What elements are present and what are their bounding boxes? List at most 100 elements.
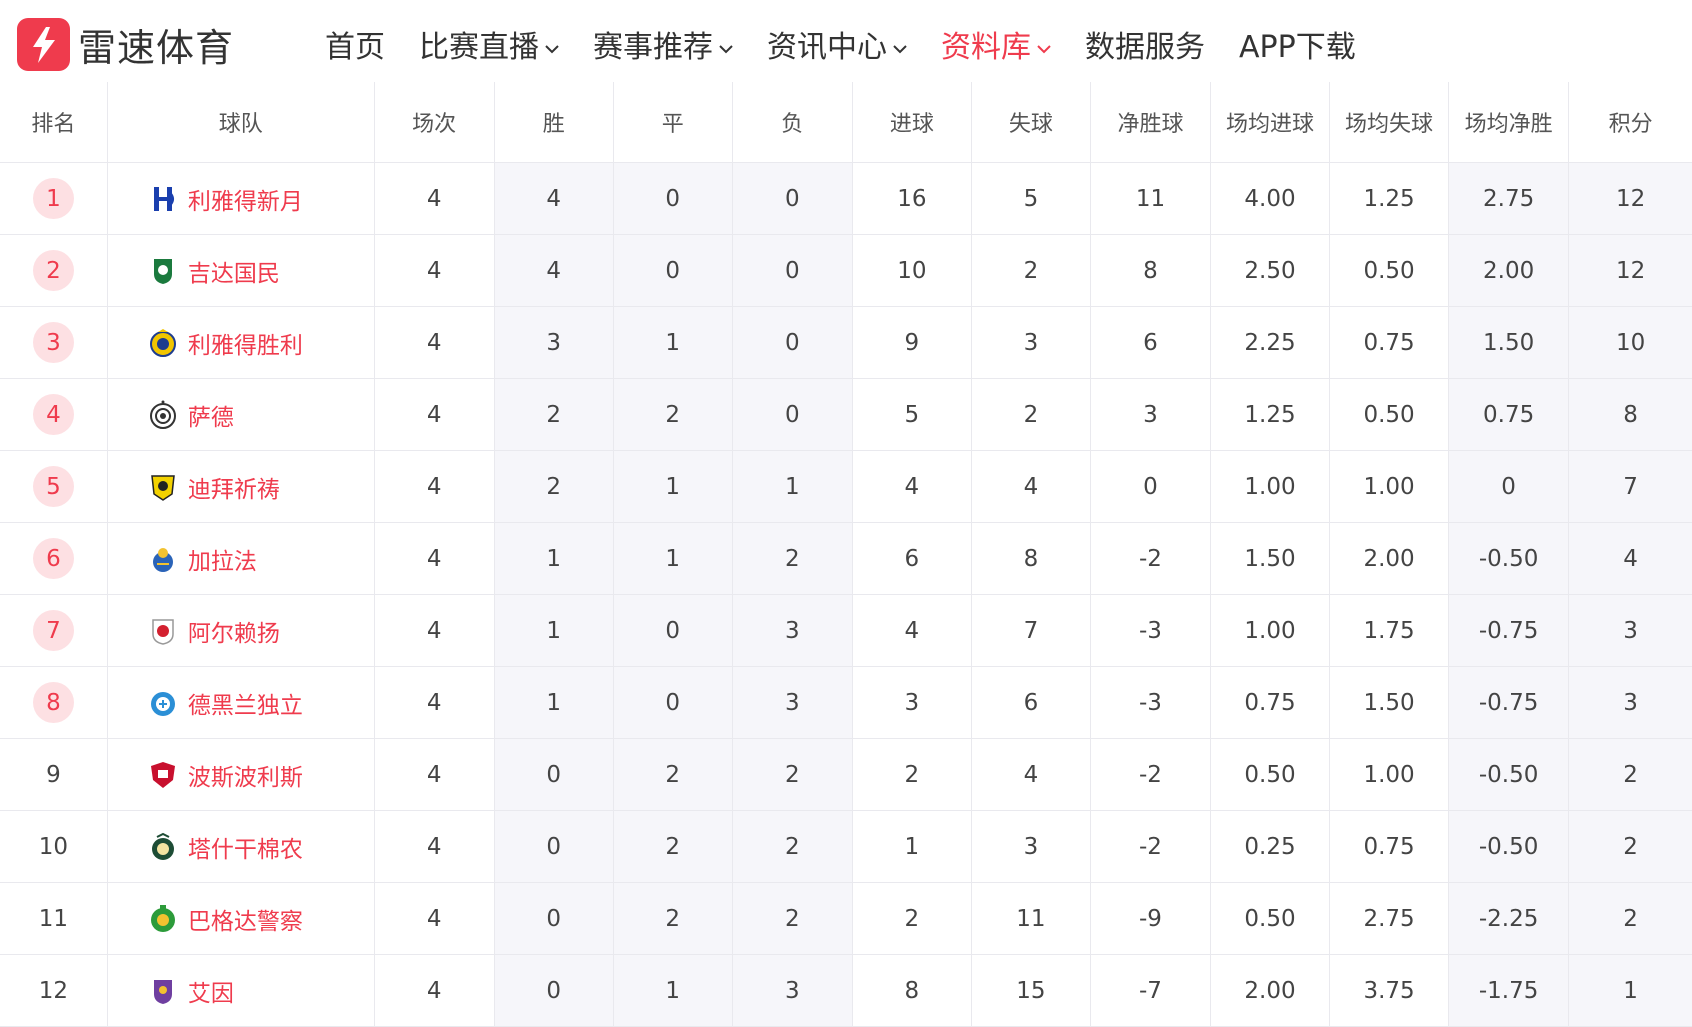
drawn-cell: 1 — [613, 306, 733, 379]
drawn-cell: 2 — [613, 378, 733, 451]
team-cell: 迪拜祈祷 — [107, 450, 375, 523]
nav-item-5[interactable]: 数据服务 — [1085, 22, 1205, 66]
team-name: 利雅得胜利 — [187, 332, 303, 359]
drawn-cell: 1 — [613, 450, 733, 523]
nav-item-label: 资料库 — [941, 30, 1031, 65]
goals-for-cell: 4 — [852, 594, 972, 667]
column-header-avg-goals-against: 场均失球 — [1329, 82, 1450, 163]
rank-badge: 11 — [38, 905, 69, 932]
goals-against-cell: 4 — [971, 738, 1091, 811]
rank-cell: 12 — [0, 954, 108, 1027]
goal-diff-cell: -2 — [1090, 810, 1212, 883]
avg-goals-for-cell: 2.50 — [1210, 234, 1331, 307]
avg-goals-for-cell: 0.50 — [1210, 882, 1331, 955]
avg-goal-diff-cell: -0.75 — [1448, 666, 1570, 739]
column-header-goal-diff: 净胜球 — [1090, 82, 1212, 163]
brand-logo[interactable]: 雷速体育 — [17, 17, 234, 72]
goals-against-cell: 11 — [971, 882, 1091, 955]
goals-for-cell: 4 — [852, 450, 972, 523]
played-cell: 4 — [374, 810, 495, 883]
avg-goals-against-cell: 1.00 — [1329, 738, 1450, 811]
team-name: 艾因 — [187, 980, 234, 1007]
rank-badge: 4 — [32, 394, 74, 435]
team-link[interactable]: 萨德 — [148, 398, 373, 432]
goals-against-cell: 7 — [971, 594, 1091, 667]
team-link[interactable]: 利雅得新月 — [148, 182, 373, 216]
nav-item-label: 首页 — [325, 30, 385, 65]
avg-goals-against-cell: 1.50 — [1329, 666, 1450, 739]
team-link[interactable]: 波斯波利斯 — [148, 758, 373, 792]
nav-item-2[interactable]: 赛事推荐 — [593, 22, 733, 66]
drawn-cell: 1 — [613, 522, 733, 595]
rank-cell: 1 — [0, 162, 108, 235]
points-cell: 8 — [1568, 378, 1692, 451]
points-cell: 12 — [1568, 162, 1692, 235]
team-cell: 吉达国民 — [107, 234, 375, 307]
column-header-played: 场次 — [374, 82, 495, 163]
nav-item-1[interactable]: 比赛直播 — [419, 22, 559, 66]
played-cell: 4 — [374, 738, 495, 811]
team-link[interactable]: 阿尔赖扬 — [148, 614, 373, 648]
drawn-cell: 1 — [613, 954, 733, 1027]
won-cell: 2 — [494, 378, 614, 451]
nav-item-0[interactable]: 首页 — [325, 22, 385, 66]
nav-item-4[interactable]: 资料库 — [941, 22, 1051, 66]
site-header: 雷速体育 首页 比赛直播 赛事推荐 资讯中心 资料库 数据服务 APP下载 — [0, 0, 1692, 82]
lost-cell: 2 — [732, 882, 853, 955]
column-header-team: 球队 — [107, 82, 375, 163]
team-name: 巴格达警察 — [187, 908, 303, 935]
team-link[interactable]: 加拉法 — [148, 542, 373, 576]
nav-item-6[interactable]: APP下载 — [1239, 22, 1356, 66]
won-cell: 0 — [494, 810, 614, 883]
team-link[interactable]: 德黑兰独立 — [148, 686, 373, 720]
wasl-logo — [148, 472, 178, 502]
goal-diff-cell: -3 — [1090, 666, 1212, 739]
drawn-cell: 2 — [613, 882, 733, 955]
column-header-goals-against: 失球 — [971, 82, 1091, 163]
rank-badge: 2 — [32, 250, 74, 291]
goals-for-cell: 16 — [852, 162, 972, 235]
team-link[interactable]: 艾因 — [148, 974, 373, 1008]
avg-goals-for-cell: 0.50 — [1210, 738, 1331, 811]
avg-goals-for-cell: 4.00 — [1210, 162, 1331, 235]
rank-badge: 7 — [32, 610, 74, 651]
goal-diff-cell: -2 — [1090, 522, 1212, 595]
goals-against-cell: 5 — [971, 162, 1091, 235]
avg-goals-against-cell: 0.75 — [1329, 810, 1450, 883]
nav-item-label: 资讯中心 — [767, 30, 887, 65]
lost-cell: 2 — [732, 810, 853, 883]
nav-item-3[interactable]: 资讯中心 — [767, 22, 907, 66]
team-cell: 加拉法 — [107, 522, 375, 595]
avg-goals-for-cell: 1.00 — [1210, 450, 1331, 523]
column-header-avg-goal-diff: 场均净胜 — [1448, 82, 1570, 163]
team-link[interactable]: 利雅得胜利 — [148, 326, 373, 360]
rank-cell: 11 — [0, 882, 108, 955]
avg-goal-diff-cell: -0.75 — [1448, 594, 1570, 667]
avg-goal-diff-cell: 2.75 — [1448, 162, 1570, 235]
played-cell: 4 — [374, 666, 495, 739]
team-name: 萨德 — [187, 404, 234, 431]
played-cell: 4 — [374, 882, 495, 955]
goals-for-cell: 6 — [852, 522, 972, 595]
won-cell: 1 — [494, 666, 614, 739]
team-link[interactable]: 迪拜祈祷 — [148, 470, 373, 504]
goals-against-cell: 8 — [971, 522, 1091, 595]
goals-for-cell: 5 — [852, 378, 972, 451]
rayyan-logo — [148, 616, 178, 646]
team-link[interactable]: 吉达国民 — [148, 254, 373, 288]
sadd-logo — [148, 400, 178, 430]
team-cell: 塔什干棉农 — [107, 810, 375, 883]
lost-cell: 2 — [732, 522, 853, 595]
avg-goal-diff-cell: 1.50 — [1448, 306, 1570, 379]
rank-cell: 4 — [0, 378, 108, 451]
team-link[interactable]: 塔什干棉农 — [148, 830, 373, 864]
nassr-logo — [148, 328, 178, 358]
nav-item-label: APP下载 — [1239, 30, 1356, 65]
persepolis-logo — [148, 760, 178, 790]
team-cell: 巴格达警察 — [107, 882, 375, 955]
team-link[interactable]: 巴格达警察 — [148, 902, 373, 936]
played-cell: 4 — [374, 450, 495, 523]
goals-for-cell: 10 — [852, 234, 972, 307]
lost-cell: 3 — [732, 954, 853, 1027]
chevron-down-icon — [893, 27, 907, 62]
